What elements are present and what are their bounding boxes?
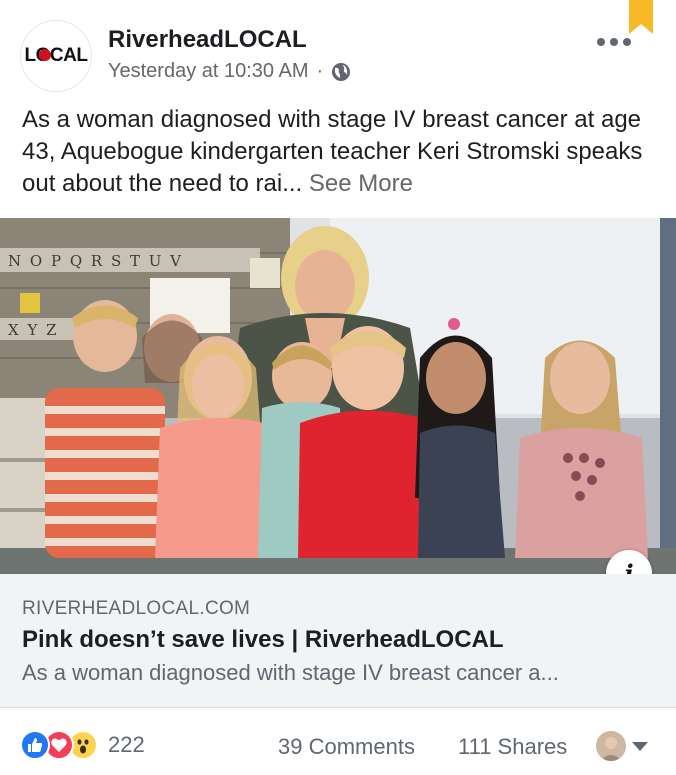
- wall-letters-row2: X Y Z: [8, 321, 59, 339]
- see-more-link[interactable]: See More: [309, 170, 413, 197]
- bookmark-icon[interactable]: [629, 0, 653, 34]
- post-header: LOCAL RiverheadLOCAL Yesterday at 10:30 …: [0, 0, 676, 100]
- post-footer: 222 39 Comments 111 Shares: [0, 718, 676, 775]
- globe-icon: [332, 62, 351, 81]
- link-domain: RIVERHEADLOCAL.COM: [22, 598, 251, 619]
- post-photo[interactable]: N O P Q R S T U V X Y Z: [0, 218, 676, 574]
- classroom-photo: N O P Q R S T U V X Y Z: [0, 218, 676, 574]
- post-timestamp[interactable]: Yesterday at 10:30 AM: [108, 60, 309, 83]
- reaction-count: 222: [108, 732, 145, 757]
- page-logo: LOCAL: [24, 45, 88, 66]
- wall-letters-row1: N O P Q R S T U V: [8, 252, 183, 270]
- shares-count[interactable]: 111 Shares: [458, 734, 567, 760]
- page-avatar[interactable]: LOCAL: [20, 20, 92, 92]
- link-preview[interactable]: RIVERHEADLOCAL.COM Pink doesn’t save liv…: [0, 574, 676, 708]
- link-title[interactable]: Pink doesn’t save lives | RiverheadLOCAL: [22, 626, 504, 654]
- viewer-avatar[interactable]: [596, 731, 626, 761]
- reactions-summary[interactable]: 222: [20, 730, 145, 760]
- link-description: As a woman diagnosed with stage IV breas…: [22, 660, 559, 685]
- post-message: As a woman diagnosed with stage IV breas…: [22, 104, 652, 200]
- post-meta: Yesterday at 10:30 AM ·: [108, 60, 351, 83]
- more-horizontal-icon[interactable]: [597, 38, 633, 50]
- like-icon: [20, 730, 50, 760]
- logo-dot: [38, 49, 51, 61]
- comments-count[interactable]: 39 Comments: [278, 734, 415, 760]
- page-name[interactable]: RiverheadLOCAL: [108, 26, 307, 54]
- meta-separator: ·: [316, 60, 324, 82]
- audience-dropdown-icon[interactable]: [632, 742, 648, 751]
